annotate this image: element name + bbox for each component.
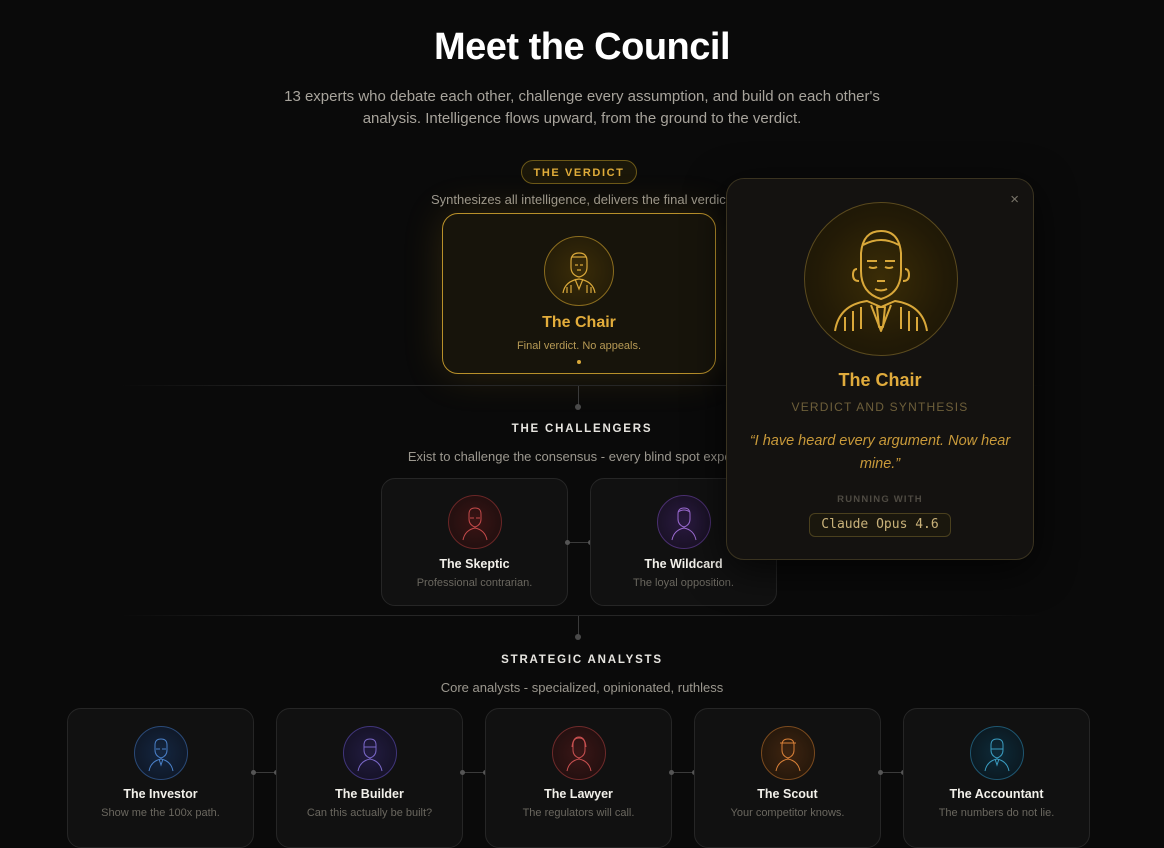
popup-quote: “I have heard every argument. Now hear m… [749, 433, 1011, 472]
lawyer-name: The Lawyer [544, 787, 613, 801]
analyst-connector [672, 772, 694, 773]
lawyer-tagline: The regulators will call. [522, 807, 635, 819]
wildcard-tagline: The loyal opposition. [633, 577, 734, 589]
connector-dot [669, 770, 674, 775]
chair-detail-popup: × The Chair VERDICT AND SYNTHESIS “I hav… [726, 178, 1034, 560]
investor-avatar-icon [133, 726, 188, 780]
scout-avatar-icon [760, 726, 815, 780]
analyst-connector [254, 772, 276, 773]
tier-divider [120, 615, 1044, 616]
scout-tagline: Your competitor knows. [730, 807, 845, 819]
tier-connector-dot [575, 404, 581, 410]
page-subtitle: 13 experts who debate each other, challe… [284, 88, 880, 127]
wildcard-avatar-icon [656, 495, 711, 549]
builder-tagline: Can this actually be built? [306, 807, 433, 819]
popup-role: VERDICT AND SYNTHESIS [791, 400, 969, 414]
popup-name: The Chair [838, 370, 922, 390]
investor-name: The Investor [123, 787, 198, 801]
connector-dot [878, 770, 883, 775]
tier-connector-line [578, 386, 579, 406]
popup-running-label: RUNNING WITH [837, 494, 923, 505]
analyst-connector [463, 772, 485, 773]
lawyer-card[interactable]: The Lawyer The regulators will call. [485, 708, 672, 848]
page-title: Meet the Council [433, 26, 731, 68]
accountant-avatar-icon [969, 726, 1024, 780]
tier-connector-line [578, 616, 579, 636]
analysts-tier-label: STRATEGIC ANALYSTS [501, 654, 663, 666]
tier-connector-dot [575, 634, 581, 640]
investor-tagline: Show me the 100x path. [101, 807, 220, 819]
chair-card[interactable]: The Chair Final verdict. No appeals. [442, 213, 716, 374]
skeptic-tagline: Professional contrarian. [416, 577, 533, 589]
builder-card[interactable]: The Builder Can this actually be built? [276, 708, 463, 848]
connector-dot [565, 540, 570, 545]
builder-name: The Builder [335, 787, 404, 801]
popup-model-badge: Claude Opus 4.6 [809, 513, 951, 537]
accountant-name: The Accountant [949, 787, 1044, 801]
builder-avatar-icon [342, 726, 397, 780]
scout-card[interactable]: The Scout Your competitor knows. [694, 708, 881, 848]
challenger-connector [568, 542, 590, 543]
skeptic-name: The Skeptic [439, 557, 510, 571]
connector-dot [460, 770, 465, 775]
chair-active-indicator [577, 360, 581, 364]
skeptic-card[interactable]: The Skeptic Professional contrarian. [381, 478, 568, 606]
chair-avatar-icon [544, 236, 614, 306]
accountant-tagline: The numbers do not lie. [938, 807, 1055, 819]
scout-name: The Scout [757, 787, 818, 801]
chair-portrait-icon [804, 202, 958, 356]
connector-dot [251, 770, 256, 775]
chair-card-tagline: Final verdict. No appeals. [516, 340, 642, 352]
verdict-tier-pill: THE VERDICT [521, 160, 637, 184]
analyst-connector [881, 772, 903, 773]
analysts-tier-description: Core analysts - specialized, opinionated… [440, 680, 724, 695]
investor-card[interactable]: The Investor Show me the 100x path. [67, 708, 254, 848]
close-icon[interactable]: × [1010, 191, 1019, 208]
lawyer-avatar-icon [551, 726, 606, 780]
accountant-card[interactable]: The Accountant The numbers do not lie. [903, 708, 1090, 848]
chair-card-name: The Chair [542, 314, 616, 331]
skeptic-avatar-icon [447, 495, 502, 549]
